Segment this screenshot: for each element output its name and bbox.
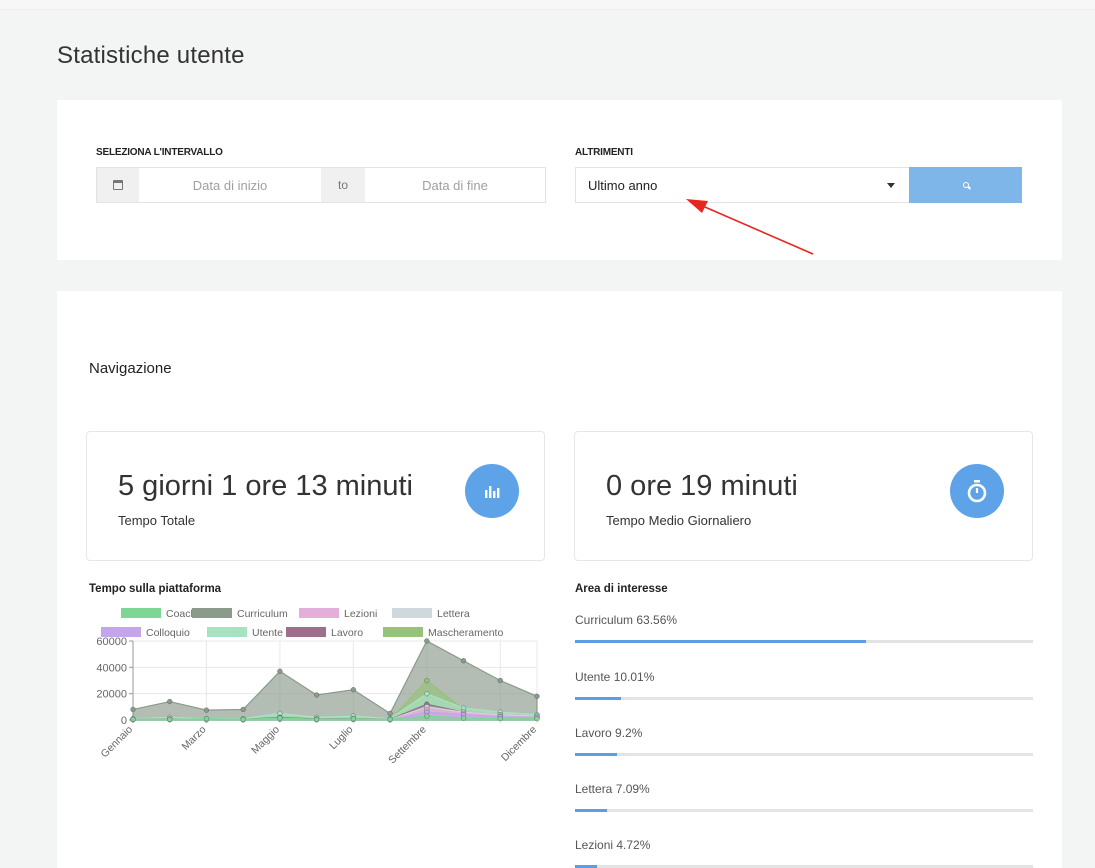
legend-label: Utente	[252, 627, 283, 639]
search-icon	[962, 182, 969, 188]
calendar-icon	[113, 180, 123, 190]
x-tick-label: Maggio	[249, 724, 282, 757]
legend-swatch	[207, 627, 247, 637]
data-point	[387, 716, 393, 722]
section-title: Navigazione	[89, 360, 172, 377]
data-point	[497, 716, 503, 722]
interest-item: Lavoro 9.2%	[575, 726, 1033, 756]
legend-label: Lavoro	[331, 627, 363, 639]
range-label: SELEZIONA L'INTERVALLO	[96, 147, 223, 158]
data-point	[314, 692, 320, 698]
legend-swatch	[286, 627, 326, 637]
average-time-card: 0 ore 19 minuti Tempo Medio Giornaliero	[574, 431, 1033, 561]
legend-swatch	[383, 627, 423, 637]
average-time-value: 0 ore 19 minuti	[606, 470, 798, 502]
data-point	[460, 658, 467, 664]
data-point	[203, 707, 210, 713]
data-point	[130, 716, 136, 722]
data-point	[350, 716, 356, 722]
data-point	[167, 716, 173, 722]
page-title: Statistiche utente	[57, 42, 245, 69]
chevron-down-icon	[887, 183, 895, 188]
y-tick-label: 60000	[96, 636, 127, 648]
data-point	[350, 687, 356, 693]
total-time-card: 5 giorni 1 ore 13 minuti Tempo Totale	[86, 431, 545, 561]
legend-label: Curriculum	[237, 608, 288, 620]
total-time-label: Tempo Totale	[118, 513, 196, 528]
platform-time-chart: Coach Curriculum Lezioni Lettera Colloquio Ut…	[96, 608, 540, 767]
progress-track	[575, 809, 1033, 812]
progress-fill	[575, 753, 618, 756]
to-label: to	[321, 168, 365, 202]
progress-track	[575, 753, 1033, 756]
filter-card: SELEZIONA L'INTERVALLO to ALTRIMENTI Ult…	[57, 100, 1062, 260]
search-button[interactable]	[909, 167, 1022, 203]
calendar-addon[interactable]	[97, 168, 139, 202]
legend-swatch	[392, 608, 432, 618]
data-point	[424, 691, 430, 697]
progress-track	[575, 640, 1033, 643]
x-tick-label: Gennaio	[99, 724, 136, 761]
chart-title: Tempo sulla piattaforma	[89, 583, 222, 595]
interest-item: Lettera 7.09%	[575, 782, 1033, 812]
data-point	[167, 698, 173, 705]
interest-label: Utente 10.01%	[575, 670, 655, 684]
data-point	[240, 706, 246, 713]
legend-label: Mascheramento	[428, 627, 503, 639]
interest-label: Curriculum 63.56%	[575, 613, 678, 627]
data-point	[203, 716, 210, 722]
interest-label: Lettera 7.09%	[575, 782, 650, 796]
series-area	[132, 640, 538, 721]
alternative-label: ALTRIMENTI	[575, 147, 633, 158]
progress-track	[575, 697, 1033, 700]
interest-item: Utente 10.01%	[575, 670, 1033, 700]
start-date-input[interactable]	[139, 168, 321, 202]
interest-item: Lezioni 4.72%	[575, 838, 1033, 868]
x-tick-label: Luglio	[327, 724, 355, 752]
y-tick-label: 20000	[96, 689, 127, 701]
date-range-group: to	[96, 167, 546, 203]
x-tick-label: Settembre	[386, 724, 429, 767]
x-tick-label: Dicembre	[499, 724, 539, 764]
data-point	[130, 706, 136, 713]
data-point	[424, 677, 430, 684]
interest-label: Lezioni 4.72%	[575, 838, 651, 852]
legend-label: Colloquio	[146, 627, 190, 639]
data-point	[534, 693, 540, 699]
y-tick-label: 40000	[96, 662, 127, 674]
navigation-card: Navigazione 5 giorni 1 ore 13 minuti Tem…	[57, 291, 1062, 868]
data-point	[460, 715, 467, 721]
period-select-value: Ultimo anno	[588, 177, 658, 193]
x-tick-label: Marzo	[179, 724, 208, 753]
data-point	[277, 668, 283, 674]
end-date-input[interactable]	[365, 168, 545, 202]
interest-label: Lavoro 9.2%	[575, 726, 643, 740]
data-point	[497, 677, 503, 684]
total-time-value: 5 giorni 1 ore 13 minuti	[118, 470, 413, 502]
data-point	[424, 713, 430, 719]
data-point	[424, 638, 430, 644]
average-time-label: Tempo Medio Giornaliero	[606, 513, 752, 528]
legend-label: Coach	[166, 608, 197, 620]
data-point	[314, 716, 320, 722]
legend-swatch	[121, 608, 161, 618]
legend-swatch	[192, 608, 232, 618]
interest-item: Curriculum 63.56%	[575, 613, 1033, 643]
legend-label: Lezioni	[344, 608, 377, 620]
interest-title: Area di interesse	[575, 583, 668, 595]
bar-chart-icon	[465, 464, 519, 518]
period-select[interactable]: Ultimo anno	[575, 167, 910, 203]
data-point	[240, 716, 246, 722]
progress-fill	[575, 640, 867, 643]
data-point	[534, 716, 540, 722]
legend-label: Lettera	[437, 608, 470, 620]
stopwatch-icon	[950, 464, 1004, 518]
data-point	[387, 710, 393, 717]
data-point	[277, 715, 283, 721]
progress-fill	[575, 809, 608, 812]
progress-fill	[575, 697, 621, 700]
legend-swatch	[299, 608, 339, 618]
top-bar	[0, 0, 1095, 10]
